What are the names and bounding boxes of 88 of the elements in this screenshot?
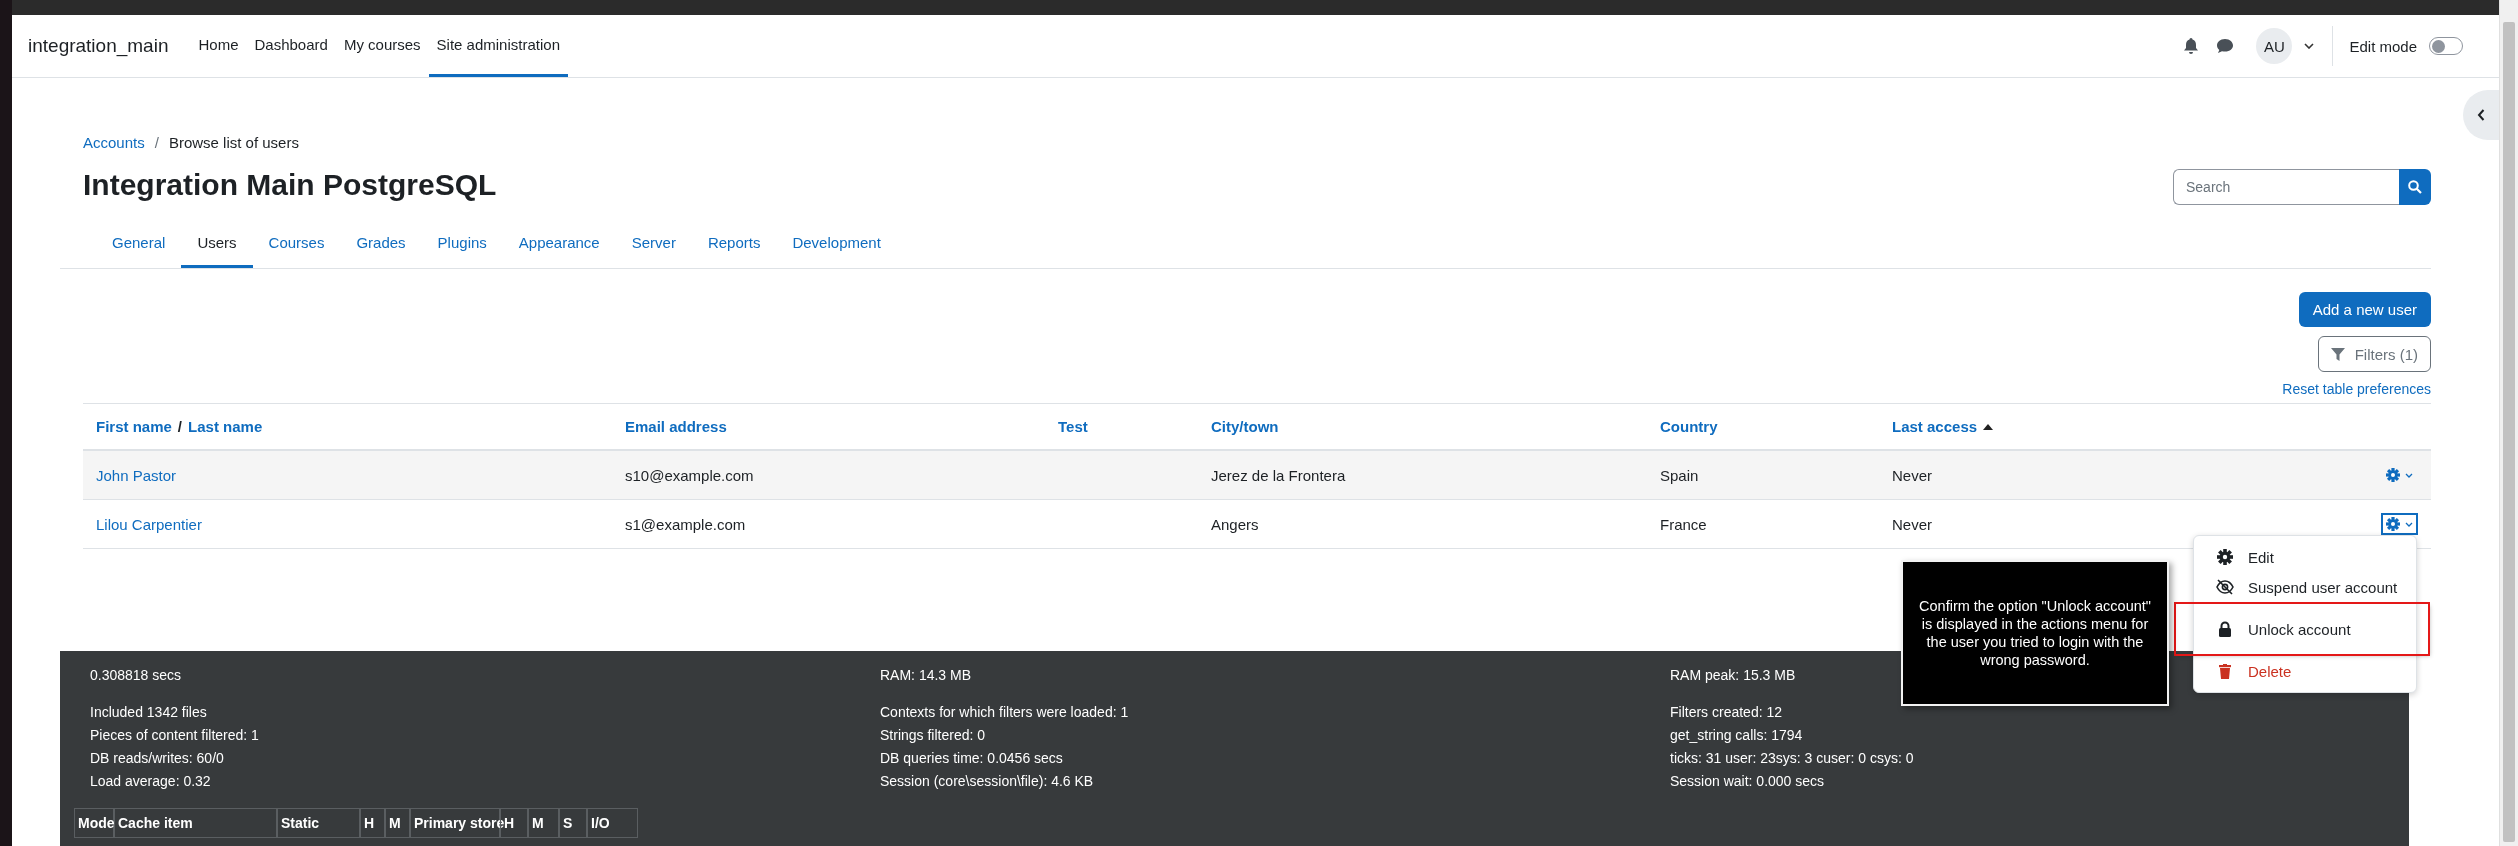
cache-table-header: I/O (587, 808, 638, 838)
caret-icon (2405, 472, 2413, 478)
table-cell: s1@example.com (625, 515, 746, 533)
trash-icon (2216, 663, 2234, 679)
tab[interactable]: Reports (691, 218, 777, 268)
header-separator: / (177, 418, 183, 435)
cache-table-header: M (528, 808, 559, 838)
table-cell: Jerez de la Frontera (1211, 466, 1346, 484)
footer-stat: Session (core\session\file): 4.6 KB (880, 772, 1094, 791)
add-user-button[interactable]: Add a new user (2298, 292, 2431, 327)
table-cell: Never (1892, 466, 1932, 484)
tab[interactable]: Plugins (421, 218, 503, 268)
column-header[interactable]: Last name (188, 418, 263, 435)
breadcrumb-link[interactable]: Accounts (83, 134, 145, 151)
user-name-link[interactable]: John Pastor (96, 466, 177, 484)
drawer-toggle-button[interactable] (2463, 90, 2499, 140)
tab[interactable]: Development (776, 218, 897, 268)
scrollbar[interactable] (2499, 0, 2518, 846)
footer-stat: Strings filtered: 0 (880, 726, 986, 745)
page-title: Integration Main PostgreSQL (83, 168, 497, 202)
search-field[interactable]: Search (2173, 169, 2399, 205)
footer-stat: DB queries time: 0.0456 secs (880, 749, 1063, 768)
menu-item[interactable]: Suspend user account (2194, 572, 2416, 602)
cache-table-header: Cache item (114, 808, 277, 838)
table-cell: Never (1892, 515, 1932, 533)
tab[interactable]: General (96, 218, 182, 268)
caret-icon[interactable] (2304, 43, 2315, 49)
eye-slash-icon (2216, 579, 2234, 595)
footer-stat: RAM: 14.3 MB (880, 666, 972, 685)
cache-table-header: S (559, 808, 587, 838)
filter-icon (2330, 347, 2345, 361)
column-header[interactable]: City/town (1211, 418, 1279, 435)
cache-table-header: Mode (74, 808, 114, 838)
filters-button[interactable]: Filters (1) (2317, 336, 2431, 372)
table-cell: Spain (1660, 466, 1699, 484)
column-header[interactable]: Test (1058, 418, 1088, 435)
reset-preferences-link[interactable]: Reset table preferences (2282, 381, 2431, 397)
footer-stat: Contexts for which filters were loaded: 1 (880, 703, 1129, 722)
tab[interactable]: Server (615, 218, 692, 268)
nav-link[interactable]: My courses (335, 15, 429, 77)
nav-link[interactable]: Site administration (428, 15, 568, 77)
cache-table-header: Static (277, 808, 360, 838)
caret-icon (2405, 521, 2413, 527)
column-header[interactable]: First name (96, 418, 172, 435)
footer-stat: get_string calls: 1794 (1670, 726, 1803, 745)
footer-stat: Session wait: 0.000 secs (1670, 772, 1825, 791)
footer-stat: DB reads/writes: 60/0 (90, 749, 224, 768)
nav-link[interactable]: Dashboard (246, 15, 336, 77)
footer-stat: Filters created: 12 (1670, 703, 1783, 722)
gear-icon (2386, 517, 2400, 531)
user-name-link[interactable]: Lilou Carpentier (96, 515, 202, 533)
table-cell: Angers (1211, 515, 1259, 533)
sort-ascending-icon (1983, 423, 1994, 430)
footer-stat: Pieces of content filtered: 1 (90, 726, 259, 745)
search-icon (2408, 180, 2422, 194)
user-avatar[interactable]: AU (2256, 28, 2293, 64)
bell-icon[interactable] (2184, 38, 2199, 54)
footer-stat: ticks: 31 user: 23sys: 3 cuser: 0 csys: 0 (1670, 749, 1914, 768)
edit-mode-label: Edit mode (2349, 37, 2417, 55)
table-cell: s10@example.com (625, 466, 754, 484)
cache-table-header: M (385, 808, 410, 838)
column-header[interactable]: Last access (1892, 418, 1978, 435)
nav-link[interactable]: Home (190, 15, 247, 77)
tab[interactable]: Appearance (502, 218, 616, 268)
cache-table-header: H (360, 808, 385, 838)
breadcrumb-separator: / (154, 134, 159, 151)
table-cell: France (1660, 515, 1707, 533)
tab[interactable]: Courses (252, 218, 341, 268)
footer-stat: 0.308818 secs (90, 666, 182, 685)
menu-item[interactable]: Unlock account (2176, 604, 2428, 654)
site-name[interactable]: integration_main (28, 35, 169, 57)
menu-item[interactable]: Delete (2194, 656, 2416, 686)
chat-icon[interactable] (2216, 38, 2235, 54)
padlock-icon (2216, 621, 2234, 637)
annotation-callout: Confirm the option "Unlock account" is displayed in the actions menu for the user you tried to login with the wrong password. (1901, 560, 2169, 706)
menu-item[interactable]: Edit (2194, 542, 2416, 572)
column-header[interactable]: Email address (625, 418, 727, 435)
search-button[interactable] (2399, 169, 2431, 205)
footer-stat: Load average: 0.32 (90, 772, 211, 791)
column-header[interactable]: Country (1660, 418, 1718, 435)
tab[interactable]: Users (181, 218, 253, 268)
chevron-left-icon (2477, 109, 2485, 121)
gear-icon (2216, 549, 2234, 565)
tab[interactable]: Grades (340, 218, 422, 268)
current-page-label: Browse list of users (168, 134, 299, 151)
gear-icon (2386, 468, 2400, 482)
footer-stat: RAM peak: 15.3 MB (1670, 666, 1796, 685)
footer-stat: Included 1342 files (90, 703, 207, 722)
